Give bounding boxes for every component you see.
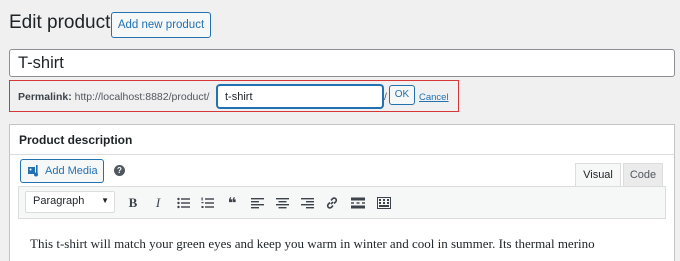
blockquote-icon[interactable]: ❝ (223, 194, 241, 212)
add-media-button[interactable]: Add Media (20, 159, 104, 183)
format-select[interactable]: Paragraph ▼ (25, 191, 115, 213)
read-more-icon[interactable] (349, 194, 367, 212)
align-left-icon[interactable] (248, 194, 266, 212)
page-title: Edit product (9, 12, 111, 33)
add-media-label: Add Media (45, 165, 98, 177)
permalink-base-url: http://localhost:8882/product/ (74, 91, 210, 103)
chevron-down-icon: ▼ (101, 196, 109, 205)
product-description-heading: Product description (10, 125, 674, 155)
permalink-ok-button[interactable]: OK (389, 85, 415, 105)
permalink-box: Permalink: http://localhost:8882/product… (9, 80, 459, 112)
numbered-list-icon[interactable] (198, 194, 216, 212)
tab-code[interactable]: Code (623, 163, 663, 187)
add-new-product-button[interactable]: Add new product (111, 12, 211, 38)
bold-icon[interactable]: B (124, 194, 142, 212)
permalink-label: Permalink: (18, 91, 72, 103)
italic-icon[interactable]: I (149, 194, 167, 212)
align-center-icon[interactable] (273, 194, 291, 212)
align-right-icon[interactable] (298, 194, 316, 212)
media-icon (27, 164, 41, 178)
link-icon[interactable] (323, 194, 341, 212)
bullet-list-icon[interactable] (174, 194, 192, 212)
permalink-cancel-link[interactable]: Cancel (419, 92, 449, 103)
permalink-text: Permalink: http://localhost:8882/product… (18, 91, 209, 103)
editor-content[interactable]: This t-shirt will match your green eyes … (18, 225, 666, 261)
toolbar-toggle-icon[interactable] (375, 194, 393, 212)
product-title-input[interactable] (9, 49, 675, 77)
product-description-box: Product description Add Media ? Visual C… (9, 124, 675, 261)
tab-visual[interactable]: Visual (575, 163, 621, 187)
editor-toolbar: Paragraph ▼ B I ❝ (18, 186, 666, 219)
format-select-value: Paragraph (33, 195, 85, 207)
permalink-slug-input[interactable] (217, 85, 383, 108)
help-icon[interactable]: ? (114, 165, 125, 176)
permalink-suffix: / (384, 91, 387, 103)
